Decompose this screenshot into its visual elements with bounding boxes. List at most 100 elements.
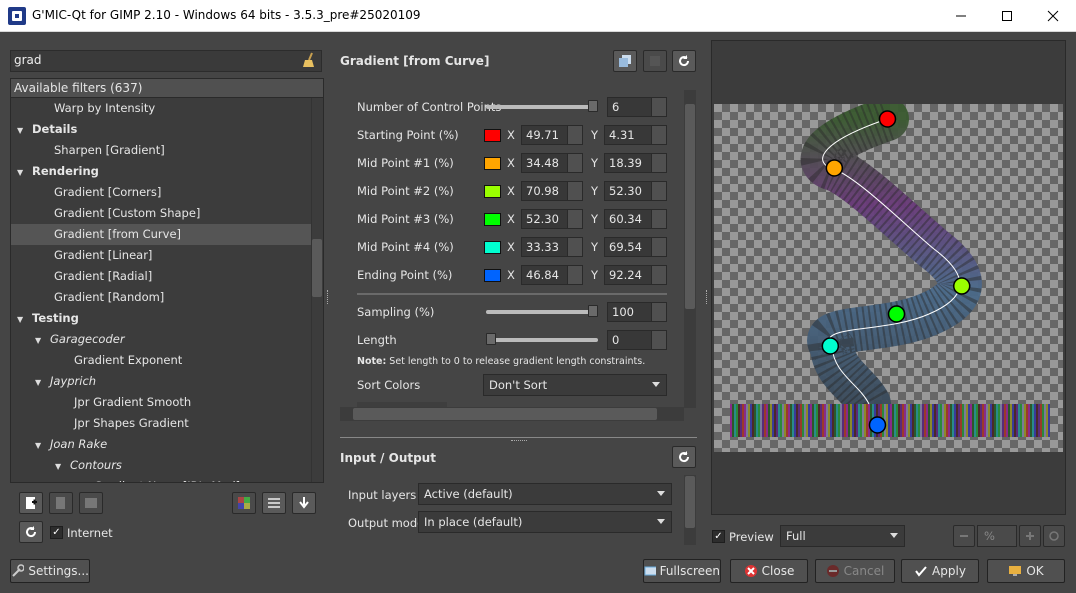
filter-item[interactable]: Gradient Norm [JR's Mod] <box>11 476 311 482</box>
rename-favorite-button[interactable] <box>79 492 103 514</box>
filter-item[interactable]: Sharpen [Gradient] <box>11 140 311 161</box>
point-x-spinbox[interactable]: 49.71 <box>521 125 583 145</box>
clear-search-broom-icon[interactable] <box>300 51 318 69</box>
preview-image[interactable] <box>714 97 1063 452</box>
zoom-combo[interactable]: % <box>977 525 1017 547</box>
chevron-down-icon[interactable]: ▼ <box>35 372 50 393</box>
filter-item[interactable]: Gradient [Random] <box>11 287 311 308</box>
filter-item[interactable]: Gradient [Linear] <box>11 245 311 266</box>
control-point-handle[interactable] <box>952 277 971 295</box>
chevron-down-icon[interactable]: ▼ <box>17 120 32 141</box>
tree-scrollbar-thumb[interactable] <box>312 239 322 297</box>
selection-mode-button[interactable] <box>232 492 256 514</box>
filter-search-input[interactable]: grad <box>10 50 322 72</box>
ok-button[interactable]: OK <box>987 559 1065 583</box>
minimize-button[interactable] <box>938 0 984 32</box>
sort-colors-combo[interactable]: Don't Sort <box>483 374 667 396</box>
length-slider-track[interactable] <box>486 338 598 342</box>
io-scrollbar-thumb[interactable] <box>685 476 695 528</box>
apply-button[interactable]: Apply <box>901 559 979 583</box>
preview-mode-combo[interactable]: Full <box>780 525 905 547</box>
output-mode-combo[interactable]: In place (default) <box>418 511 672 533</box>
input-layers-combo[interactable]: Active (default) <box>418 483 672 505</box>
point-y-spinbox[interactable]: 69.54 <box>604 237 667 257</box>
download-filters-button[interactable] <box>292 492 316 514</box>
filter-item[interactable]: Jpr Shapes Gradient <box>11 413 311 434</box>
point-y-spinbox[interactable]: 52.30 <box>604 181 667 201</box>
filter-item[interactable]: Gradient [Radial] <box>11 266 311 287</box>
settings-button[interactable]: Settings... <box>10 559 90 583</box>
copy-to-clipboard-button[interactable] <box>613 50 637 72</box>
point-x-spinbox[interactable]: 34.48 <box>521 153 583 173</box>
sampling-slider-knob[interactable] <box>588 305 598 317</box>
reset-params-button[interactable] <box>672 50 696 72</box>
point-y-spinbox[interactable]: 92.24 <box>604 265 667 285</box>
sampling-spinbox[interactable]: 100 <box>607 302 667 322</box>
num-points-spinbox[interactable]: 6 <box>607 97 667 117</box>
point-x-spinbox[interactable]: 46.84 <box>521 265 583 285</box>
num-points-slider-track[interactable] <box>486 105 598 109</box>
filter-item[interactable]: Jpr Gradient Smooth <box>11 392 311 413</box>
params-scrollbar-thumb[interactable] <box>685 104 695 309</box>
remove-favorite-button[interactable] <box>49 492 73 514</box>
point-y-spinbox[interactable]: 18.39 <box>604 153 667 173</box>
vertical-splitter[interactable] <box>340 437 697 438</box>
preview-checkbox[interactable]: ✓ <box>712 530 725 543</box>
filter-folder[interactable]: ▼ Contours <box>11 455 311 476</box>
point-color-swatch[interactable] <box>484 185 501 198</box>
point-y-spinbox[interactable]: 4.31 <box>604 125 667 145</box>
params-hscrollbar-thumb[interactable] <box>353 408 657 420</box>
filter-folder[interactable]: ▼ Jayprich <box>11 371 311 392</box>
control-point-handle[interactable] <box>868 416 887 434</box>
point-color-swatch[interactable] <box>484 241 501 254</box>
random-params-button[interactable] <box>643 50 667 72</box>
refresh-filters-button[interactable] <box>19 521 43 543</box>
control-point-handle[interactable] <box>887 305 906 323</box>
zoom-reset-button[interactable] <box>1043 525 1065 547</box>
length-spinbox[interactable]: 0 <box>607 330 667 350</box>
control-point-handle[interactable] <box>821 337 840 355</box>
left-splitter-handle[interactable] <box>327 290 330 304</box>
point-x-spinbox[interactable]: 70.98 <box>521 181 583 201</box>
maximize-button[interactable] <box>984 0 1030 32</box>
close-button[interactable]: Close <box>730 559 808 583</box>
point-x-spinbox[interactable]: 52.30 <box>521 209 583 229</box>
filter-item[interactable]: Gradient Exponent <box>11 350 311 371</box>
splitter-handle[interactable] <box>511 440 527 443</box>
chevron-down-icon[interactable]: ▼ <box>35 435 50 456</box>
filter-folder[interactable]: ▼ Garagecoder <box>11 329 311 350</box>
chevron-down-icon[interactable]: ▼ <box>35 330 50 351</box>
filter-folder[interactable]: ▼ Rendering <box>11 161 311 182</box>
add-favorite-button[interactable] <box>19 492 43 514</box>
sampling-slider-track[interactable] <box>486 310 598 314</box>
filter-item[interactable]: Warp by Intensity <box>11 98 311 119</box>
point-color-swatch[interactable] <box>484 129 501 142</box>
filter-folder[interactable]: ▼ Testing <box>11 308 311 329</box>
filter-item[interactable]: Gradient [from Curve] <box>11 224 311 245</box>
fullscreen-button[interactable]: Fullscreen <box>643 559 721 583</box>
control-point-handle[interactable] <box>825 159 844 177</box>
zoom-out-button[interactable] <box>953 525 975 547</box>
num-points-slider-knob[interactable] <box>588 100 598 112</box>
length-slider-knob[interactable] <box>486 333 496 345</box>
reset-io-button[interactable] <box>672 446 696 468</box>
point-y-spinbox[interactable]: 60.34 <box>604 209 667 229</box>
chevron-down-icon[interactable]: ▼ <box>55 456 70 477</box>
zoom-in-button[interactable] <box>1019 525 1041 547</box>
chevron-down-icon[interactable]: ▼ <box>17 162 32 183</box>
filter-tree[interactable]: Available filters (637) Warp by Intensit… <box>10 78 324 483</box>
point-color-swatch[interactable] <box>484 269 501 282</box>
close-window-button[interactable] <box>1030 0 1076 32</box>
point-color-swatch[interactable] <box>484 157 501 170</box>
internet-checkbox[interactable]: ✓ <box>50 526 63 539</box>
cancel-button[interactable]: Cancel <box>815 559 895 583</box>
right-splitter-handle[interactable] <box>706 290 709 304</box>
filter-item[interactable]: Gradient [Custom Shape] <box>11 203 311 224</box>
filter-item[interactable]: Gradient [Corners] <box>11 182 311 203</box>
chevron-down-icon[interactable]: ▼ <box>17 309 32 330</box>
filter-folder[interactable]: ▼ Details <box>11 119 311 140</box>
control-point-handle[interactable] <box>878 110 897 128</box>
point-color-swatch[interactable] <box>484 213 501 226</box>
visibility-list-button[interactable] <box>262 492 286 514</box>
point-x-spinbox[interactable]: 33.33 <box>521 237 583 257</box>
